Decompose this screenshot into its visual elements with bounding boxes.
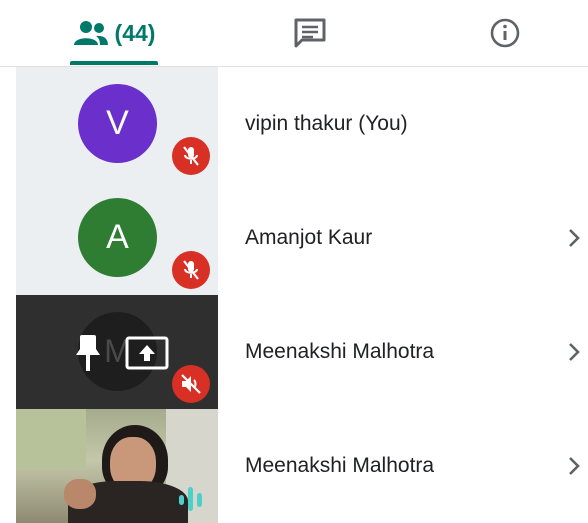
speaking-indicator-icon <box>179 487 202 511</box>
chevron-right-icon[interactable] <box>562 225 586 251</box>
participant-name: Meenakshi Malhotra <box>245 454 435 477</box>
participant-row[interactable]: M Meenakshi Malhotra <box>16 295 588 409</box>
mic-off-icon <box>172 137 210 175</box>
participant-tile: A <box>16 181 218 295</box>
participant-count: (44) <box>114 19 156 46</box>
participant-tile: V <box>16 67 218 181</box>
participant-row[interactable]: Meenakshi Malhotra <box>16 409 588 523</box>
tab-bar: (44) <box>0 0 588 67</box>
participant-row[interactable]: A Amanjot Kaur <box>16 181 588 295</box>
participant-row: V vipin thakur (You) <box>16 67 588 181</box>
chevron-right-icon[interactable] <box>562 453 586 479</box>
pin-icon[interactable] <box>71 333 105 373</box>
participant-name: vipin thakur (You) <box>245 112 408 135</box>
tab-info[interactable] <box>475 0 535 66</box>
participant-name: Amanjot Kaur <box>245 226 373 249</box>
people-icon <box>73 21 108 45</box>
participant-name: Meenakshi Malhotra <box>245 340 435 363</box>
participant-video-tile <box>16 409 218 523</box>
avatar: V <box>78 84 157 163</box>
tab-chat[interactable] <box>280 0 340 66</box>
avatar: A <box>78 198 157 277</box>
info-icon <box>490 18 520 48</box>
active-tab-indicator <box>70 61 158 65</box>
tab-people[interactable]: (44) <box>70 0 158 66</box>
chevron-right-icon[interactable] <box>562 339 586 365</box>
mic-off-icon <box>172 251 210 289</box>
participant-tile: M <box>16 295 218 409</box>
present-screen-icon[interactable] <box>124 333 170 373</box>
chat-icon <box>294 18 326 48</box>
volume-off-icon <box>172 365 210 403</box>
